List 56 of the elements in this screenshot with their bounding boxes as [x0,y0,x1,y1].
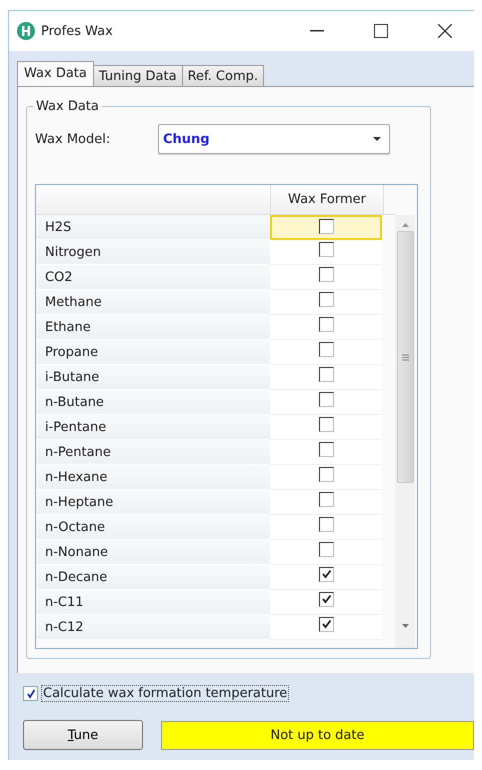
tab[interactable]: Ref. Comp. [182,65,264,86]
checkbox[interactable] [318,592,334,607]
component-name-cell: Nitrogen [36,240,270,265]
checkbox[interactable] [318,542,334,557]
tune-button[interactable]: Tune [23,720,143,750]
checkbox[interactable] [318,442,334,457]
component-name-cell: n-Hexane [36,465,270,490]
component-name-cell: n-Octane [36,515,270,540]
checkbox-cell[interactable] [270,215,382,240]
checkbox[interactable] [318,342,334,357]
component-name-cell: i-Pentane [36,415,270,440]
calculate-checkbox[interactable] [23,686,38,701]
dropdown-arrow-icon [373,137,381,141]
window-title: Profes Wax [41,24,114,38]
component-name-cell: Ethane [36,315,270,340]
checkbox[interactable] [318,242,334,257]
calculate-label[interactable]: Calculate wax formation temperature [41,685,290,702]
component-name-cell: n-Butane [36,390,270,415]
component-name-cell: n-C11 [36,590,270,615]
tab[interactable]: Wax Data [17,61,94,86]
component-name-cell: n-Pentane [36,440,270,465]
wax-model-dropdown[interactable]: Chung [158,124,390,154]
checkbox[interactable] [318,392,334,407]
app-logo-icon [17,22,35,40]
checkbox[interactable] [318,367,334,382]
scroll-down-icon [402,624,408,628]
close-icon [438,24,452,38]
checkbox[interactable] [318,219,334,234]
checkbox[interactable] [318,317,334,332]
checkbox[interactable] [318,517,334,532]
scrollbar[interactable] [395,215,415,648]
scrollbar-thumb[interactable] [396,231,414,483]
component-name-cell: Propane [36,340,270,365]
wax-model-label: Wax Model: [35,132,112,146]
checkbox[interactable] [318,567,334,582]
component-name-cell: i-Butane [36,365,270,390]
component-name-cell: n-Heptane [36,490,270,515]
column-header: Wax Former [271,185,384,214]
component-name-cell: H2S [36,215,270,240]
component-name-cell: Methane [36,290,270,315]
checkbox[interactable] [318,467,334,482]
minimize-icon [310,30,324,32]
checkbox[interactable] [318,267,334,282]
tab[interactable]: Tuning Data [92,65,183,86]
checkbox[interactable] [318,417,334,432]
status-indicator: Not up to date [160,720,474,750]
checkbox[interactable] [318,617,334,632]
component-name-cell: n-Nonane [36,540,270,565]
component-name-cell: CO2 [36,265,270,290]
checkbox[interactable] [318,292,334,307]
scroll-up-icon [402,223,408,227]
component-name-cell: n-Decane [36,565,270,590]
checkbox[interactable] [318,492,334,507]
component-name-cell: n-C12 [36,615,270,640]
maximize-icon [374,24,388,38]
group-title: Wax Data [35,99,100,114]
